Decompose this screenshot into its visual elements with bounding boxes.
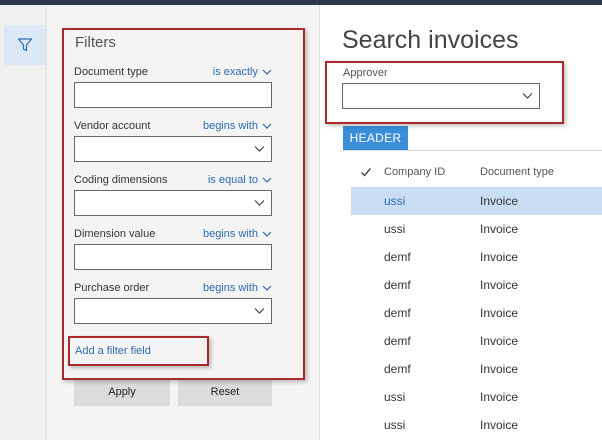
approver-dropdown[interactable] (342, 83, 540, 109)
company-id-cell: demf (384, 278, 411, 292)
table-row[interactable]: demf Invoice (351, 243, 602, 271)
grid-divider (343, 150, 602, 151)
purchase-order-input[interactable] (74, 298, 272, 324)
table-row[interactable]: ussi Invoice (351, 411, 602, 439)
operator-label: begins with (202, 228, 258, 240)
document-type-cell: Invoice (480, 334, 519, 348)
document-type-input[interactable] (74, 82, 272, 108)
chevron-down-icon[interactable] (254, 145, 265, 153)
chevron-down-icon (262, 69, 272, 75)
table-row[interactable]: demf Invoice (351, 327, 602, 355)
operator-label: is exactly (212, 66, 258, 78)
dimension-value-input[interactable] (74, 244, 272, 270)
document-type-cell: Invoice (480, 362, 519, 376)
coding-dimensions-input[interactable] (74, 190, 272, 216)
filter-label: Purchase order (74, 282, 150, 294)
table-row[interactable]: ussi Invoice (351, 187, 602, 215)
column-header-document-type[interactable]: Document type (480, 166, 554, 178)
apply-button[interactable]: Apply (74, 378, 170, 406)
chevron-down-icon (262, 123, 272, 129)
table-row[interactable]: ussi Invoice (351, 383, 602, 411)
chevron-down-icon[interactable] (522, 92, 533, 100)
company-id-cell: ussi (384, 194, 406, 208)
chevron-down-icon (262, 177, 272, 183)
column-header-company-id[interactable]: Company ID (384, 166, 445, 178)
table-row[interactable]: demf Invoice (351, 355, 602, 383)
filter-icon (17, 38, 33, 52)
filter-label: Document type (74, 66, 148, 78)
filter-pane-toggle[interactable] (4, 25, 46, 65)
vendor-account-input[interactable] (74, 136, 272, 162)
company-id-cell: ussi (384, 418, 406, 432)
filter-operator[interactable]: begins with (203, 228, 272, 240)
reset-button[interactable]: Reset (178, 378, 272, 406)
chevron-down-icon[interactable] (254, 307, 265, 315)
table-row[interactable]: demf Invoice (351, 271, 602, 299)
document-type-cell: Invoice (480, 278, 519, 292)
filter-operator[interactable]: is equal to (208, 174, 272, 186)
document-type-cell: Invoice (480, 194, 519, 208)
document-type-cell: Invoice (480, 250, 519, 264)
operator-label: begins with (202, 282, 258, 294)
operator-label: begins with (202, 120, 258, 132)
company-id-cell: demf (384, 306, 411, 320)
company-id-cell: demf (384, 362, 411, 376)
filter-operator[interactable]: begins with (203, 282, 272, 294)
filters-title: Filters (75, 34, 116, 51)
table-row[interactable]: demf Invoice (351, 299, 602, 327)
filter-label: Dimension value (74, 228, 156, 240)
chevron-down-icon[interactable] (254, 199, 265, 207)
filter-operator[interactable]: begins with (203, 120, 272, 132)
company-id-cell: ussi (384, 222, 406, 236)
approver-label: Approver (343, 67, 388, 79)
document-type-cell: Invoice (480, 306, 519, 320)
filter-operator[interactable]: is exactly (213, 66, 272, 78)
document-type-cell: Invoice (480, 390, 519, 404)
add-filter-field-link[interactable]: Add a filter field (75, 345, 151, 357)
table-row[interactable]: ussi Invoice (351, 215, 602, 243)
checkmark-icon[interactable] (360, 166, 372, 178)
company-id-cell: ussi (384, 390, 406, 404)
document-type-cell: Invoice (480, 222, 519, 236)
filter-label: Coding dimensions (74, 174, 168, 186)
company-id-cell: demf (384, 334, 411, 348)
document-type-cell: Invoice (480, 418, 519, 432)
chevron-down-icon (262, 285, 272, 291)
chevron-down-icon (262, 231, 272, 237)
company-id-cell: demf (384, 250, 411, 264)
filter-label: Vendor account (74, 120, 151, 132)
operator-label: is equal to (207, 174, 258, 186)
page-title: Search invoices (342, 26, 519, 54)
left-rail (0, 5, 47, 440)
tab-header[interactable]: HEADER (343, 126, 408, 150)
